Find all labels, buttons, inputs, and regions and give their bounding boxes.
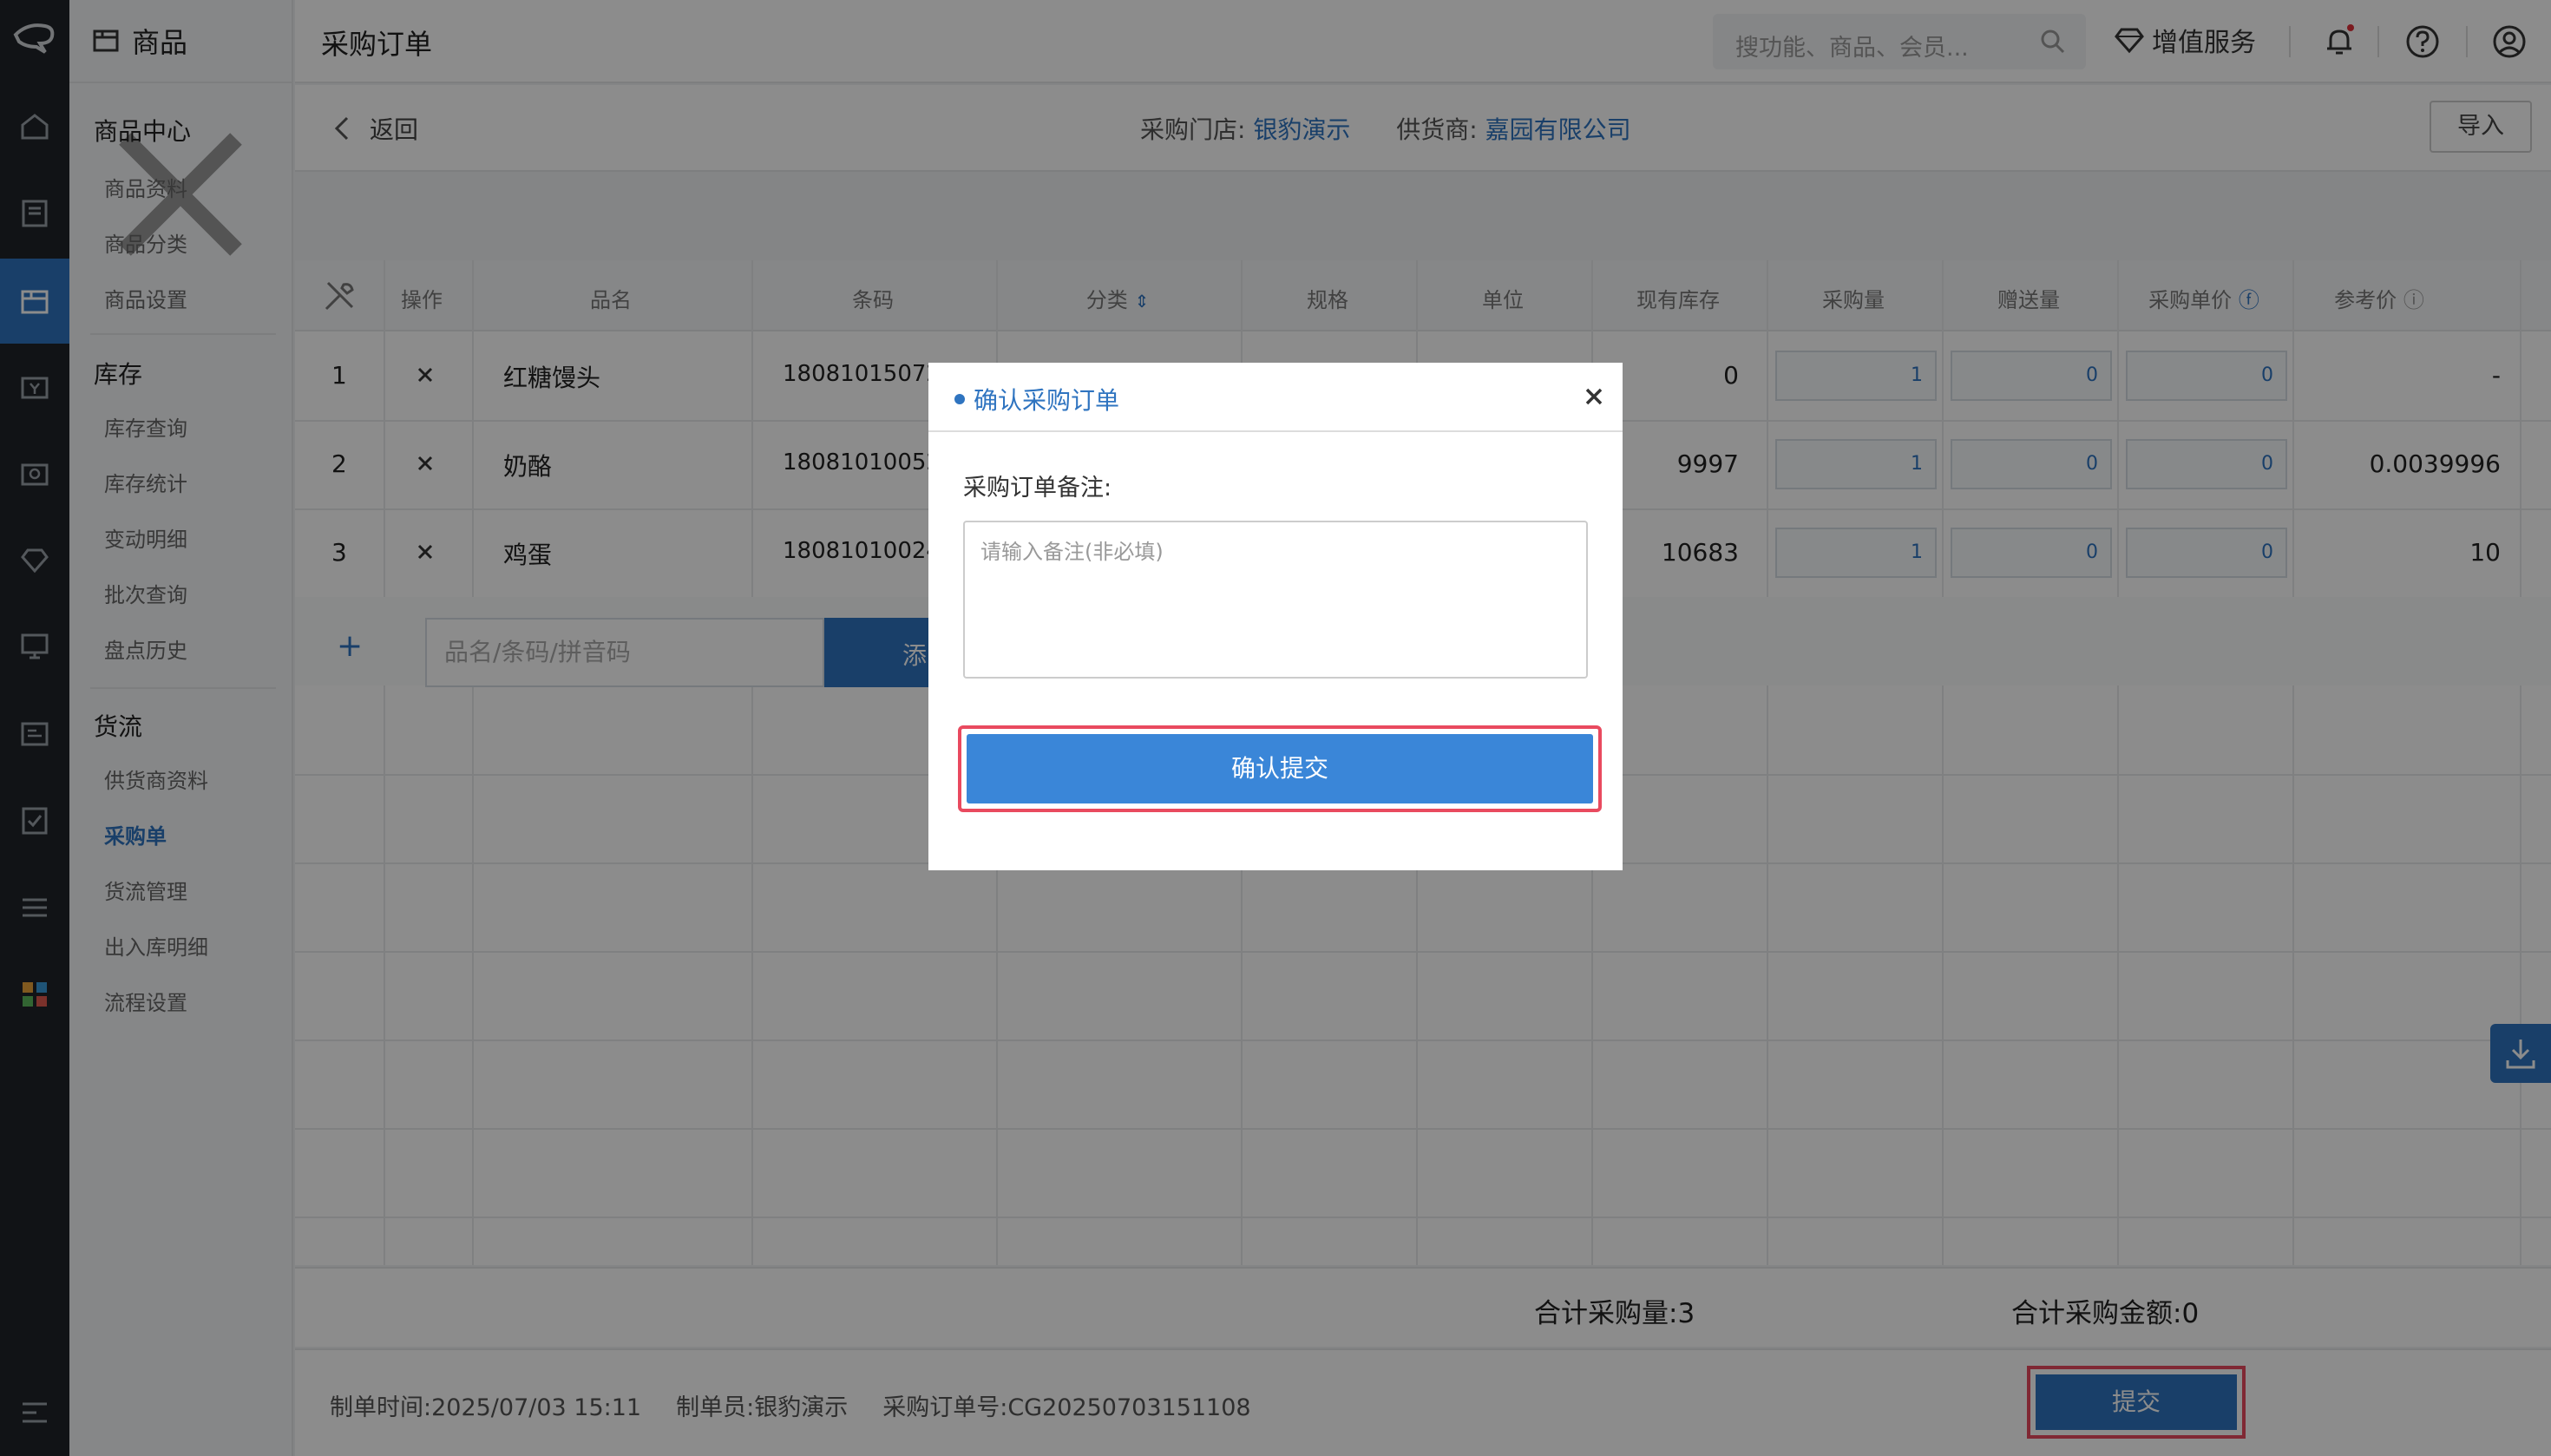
close-dialog-icon[interactable]	[1581, 384, 1607, 410]
note-label: 采购订单备注:	[963, 475, 1112, 502]
dialog-title: 确认采购订单	[974, 386, 1120, 415]
confirm-highlight: 确认提交	[958, 725, 1602, 812]
note-textarea[interactable]: 请输入备注(非必填)	[963, 521, 1588, 679]
dialog-header: 确认采购订单	[928, 363, 1623, 432]
confirm-submit-button[interactable]: 确认提交	[967, 734, 1593, 803]
title-dot-icon	[954, 394, 965, 404]
confirm-order-dialog: 确认采购订单 采购订单备注: 请输入备注(非必填) 确认提交	[928, 363, 1623, 870]
